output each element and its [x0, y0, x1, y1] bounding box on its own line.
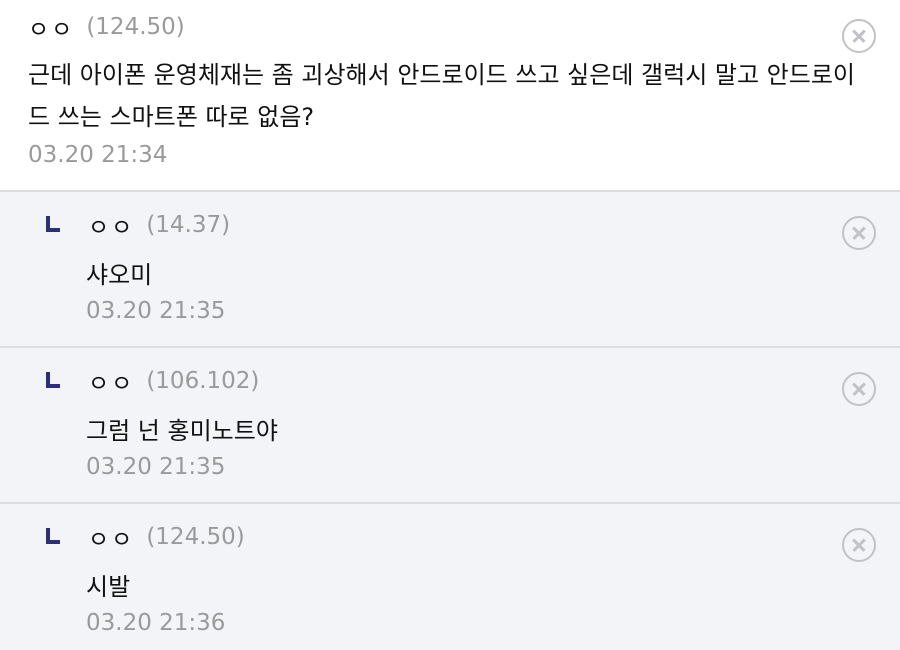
reply-timestamp: 03.20 21:35	[86, 298, 226, 324]
reply-comment: ㅇㅇ (14.37) 샤오미 03.20 21:35	[0, 192, 900, 348]
reply-ip: (14.37)	[146, 212, 231, 238]
comment-timestamp: 03.20 21:34	[28, 142, 168, 168]
reply-comment: ㅇㅇ (106.102) 그럼 넌 홍미노트야 03.20 21:35	[0, 348, 900, 504]
delete-comment-button[interactable]	[842, 19, 876, 53]
reply-header: ㅇㅇ (124.50)	[46, 520, 245, 554]
reply-ip: (106.102)	[146, 368, 260, 394]
reply-ip: (124.50)	[146, 524, 245, 550]
reply-text: 그럼 넌 홍미노트야	[86, 417, 278, 445]
reply-nickname[interactable]: ㅇㅇ	[88, 364, 134, 398]
reply-header: ㅇㅇ (106.102)	[46, 364, 259, 398]
comment-nickname[interactable]: ㅇㅇ	[28, 10, 74, 44]
reply-arrow-icon	[46, 216, 60, 232]
reply-comment: ㅇㅇ (124.50) 시발 03.20 21:36	[0, 504, 900, 650]
reply-nickname[interactable]: ㅇㅇ	[88, 208, 134, 242]
reply-text: 시발	[86, 573, 131, 601]
reply-arrow-icon	[46, 528, 60, 544]
reply-header: ㅇㅇ (14.37)	[46, 208, 230, 242]
comment-thread: ㅇㅇ (124.50) 근데 아이폰 운영체재는 좀 괴상해서 안드로이드 쓰고…	[0, 0, 900, 650]
comment-text: 근데 아이폰 운영체재는 좀 괴상해서 안드로이드 쓰고 싶은데 갤럭시 말고 …	[28, 61, 856, 131]
delete-reply-button[interactable]	[842, 372, 876, 406]
comment: ㅇㅇ (124.50) 근데 아이폰 운영체재는 좀 괴상해서 안드로이드 쓰고…	[0, 0, 900, 192]
reply-timestamp: 03.20 21:36	[86, 610, 226, 636]
reply-arrow-icon	[46, 372, 60, 388]
reply-nickname[interactable]: ㅇㅇ	[88, 520, 134, 554]
reply-text: 샤오미	[86, 261, 153, 289]
delete-reply-button[interactable]	[842, 528, 876, 562]
delete-reply-button[interactable]	[842, 216, 876, 250]
comment-header: ㅇㅇ (124.50)	[28, 10, 185, 44]
reply-timestamp: 03.20 21:35	[86, 454, 226, 480]
comment-ip: (124.50)	[86, 14, 185, 40]
